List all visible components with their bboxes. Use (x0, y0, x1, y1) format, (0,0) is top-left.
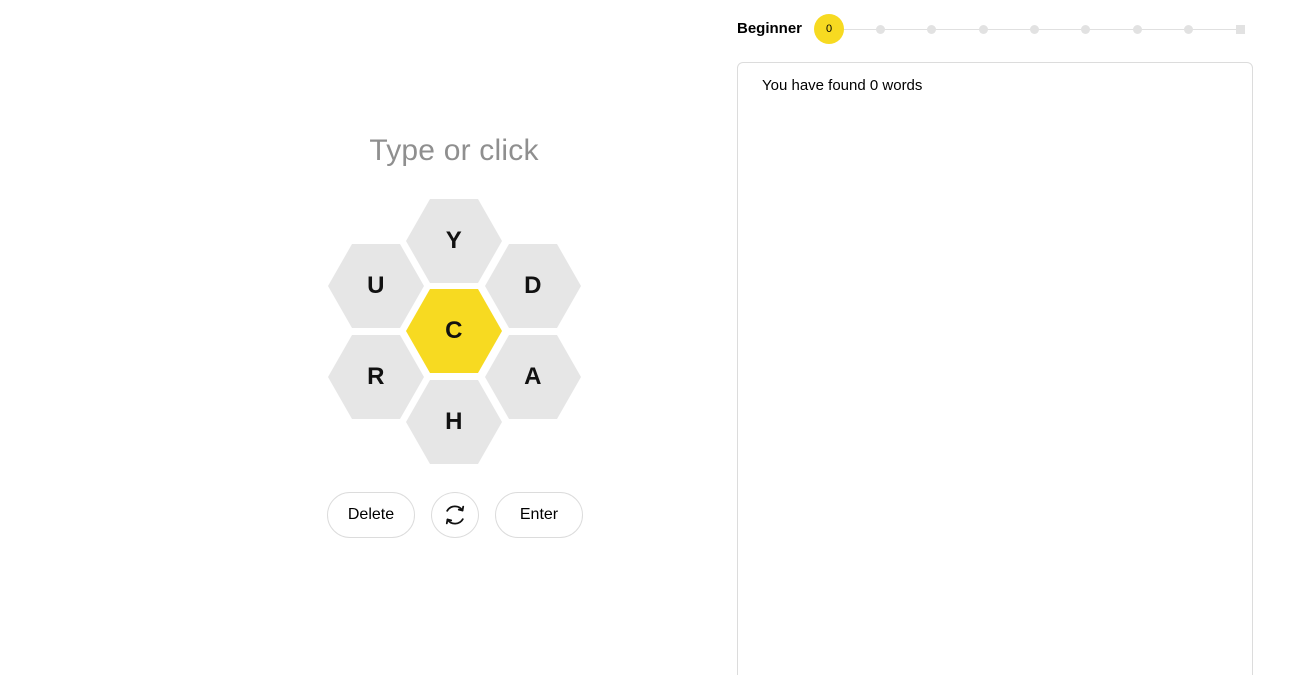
hex-letter-label: A (524, 363, 542, 390)
hex-letter-upper-left[interactable]: U (328, 244, 424, 328)
progress-step-dot (1030, 25, 1039, 34)
progress-step-dot (1081, 25, 1091, 34)
shuffle-button[interactable] (431, 492, 479, 538)
progress-step-dot (978, 25, 988, 34)
progress-step-dot (1184, 25, 1194, 34)
hex-letter-lower-left[interactable]: R (328, 335, 424, 419)
hex-letter-label: D (524, 272, 542, 299)
enter-button[interactable]: Enter (495, 492, 583, 538)
progress-step-dot (1132, 25, 1142, 34)
hex-letter-bottom[interactable]: H (406, 380, 502, 464)
found-words-panel: You have found 0 words (737, 62, 1253, 675)
hex-letter-label: H (445, 408, 463, 435)
hex-letter-top[interactable]: Y (406, 199, 502, 283)
found-words-summary: You have found 0 words (762, 77, 923, 94)
progress-step-dot (875, 25, 885, 34)
hex-letter-label: C (445, 317, 463, 344)
progress-score-marker[interactable]: 0 (814, 14, 844, 44)
letter-hive: Y U D C R A H (0, 0, 700, 675)
hex-letter-upper-right[interactable]: D (485, 244, 581, 328)
hex-letter-label: R (367, 363, 385, 390)
hex-letter-label: Y (445, 227, 463, 254)
progress-end-marker (1236, 25, 1245, 34)
spelling-bee-page: Type or click Y U D C R A H Delete Enter… (0, 0, 1316, 675)
delete-button[interactable]: Delete (327, 492, 415, 538)
hex-letter-label: U (367, 272, 385, 299)
word-input-placeholder[interactable]: Type or click (254, 131, 654, 171)
progress-step-dot (927, 25, 937, 34)
shuffle-icon (445, 505, 465, 525)
hex-letter-lower-right[interactable]: A (485, 335, 581, 419)
hex-letter-center[interactable]: C (406, 289, 502, 373)
rank-label[interactable]: Beginner (737, 20, 802, 38)
